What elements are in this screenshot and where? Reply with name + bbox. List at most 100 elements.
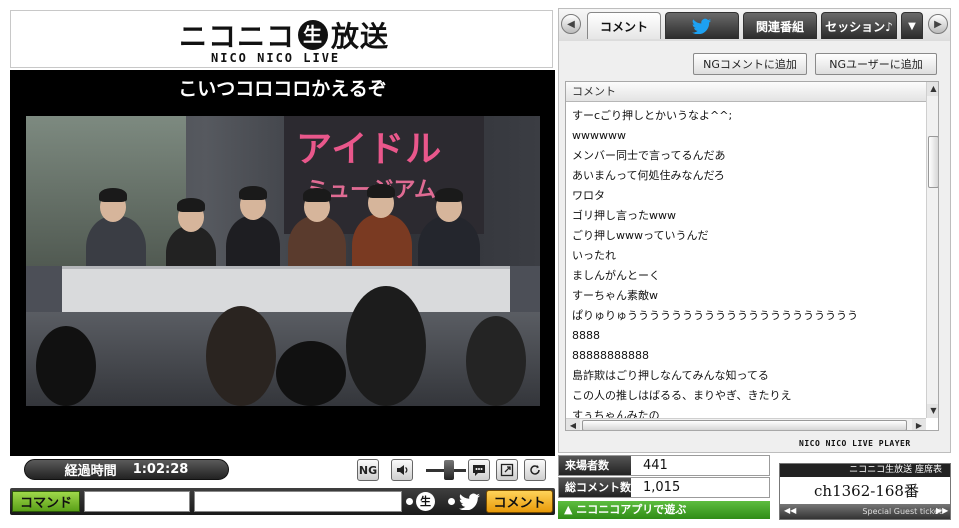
audience-head (276, 341, 346, 406)
tab-session[interactable]: セッション♪ (821, 12, 897, 39)
logo-text-nico: ニコニコ (179, 20, 296, 53)
comment-row[interactable]: この人の推しはばるる、まりやぎ、きたりえ (566, 386, 926, 406)
logo-subtitle: NICO NICO LIVE (211, 51, 341, 65)
tab-comment[interactable]: コメント (587, 12, 661, 39)
horizontal-scrollbar[interactable]: ◀ ▶ (566, 418, 926, 430)
elapsed-label: 経過時間 (64, 464, 117, 479)
command-input[interactable] (84, 491, 190, 512)
chevron-right-icon: ▶ (934, 18, 942, 30)
comment-row[interactable]: wwwwww (566, 126, 926, 146)
ng-user-add-button[interactable]: NGユーザーに追加 (815, 53, 937, 75)
speaker-icon (397, 465, 408, 475)
panelist-hair (303, 188, 331, 202)
audience-head (466, 316, 526, 406)
comment-visibility-button[interactable] (468, 459, 490, 481)
ticket-prev-icon[interactable]: ◀◀ (784, 506, 796, 515)
comment-row[interactable]: ごり押しwwwっていうんだ (566, 226, 926, 246)
comment-row[interactable]: ワロタ (566, 186, 926, 206)
scroll-right-icon[interactable]: ▶ (912, 419, 926, 430)
audience-head (36, 326, 96, 406)
panelist-hair (99, 188, 127, 202)
comment-row[interactable]: 島詐欺はごり押しなんてみんな知ってる (566, 366, 926, 386)
expand-icon (500, 463, 514, 477)
nico-live-logo[interactable]: ニコニコ 生 放送 NICO NICO LIVE (10, 10, 553, 68)
comment-post-bar: コマンド 生 コメント (10, 488, 555, 515)
visitor-count-value: 441 (643, 458, 668, 473)
radio-nama[interactable] (406, 498, 413, 505)
scroll-down-icon[interactable]: ▼ (927, 404, 938, 418)
logo-nama-mark: 生 (298, 20, 329, 50)
ticket-next-icon[interactable]: ▶▶ (936, 506, 948, 515)
comment-row[interactable]: メンバー同士で言ってるんだあ (566, 146, 926, 166)
speech-bubble-icon (473, 465, 485, 476)
comment-row[interactable]: ましんがんとーく (566, 266, 926, 286)
panelist-hair (177, 198, 205, 212)
twitter-bird-svg (459, 493, 480, 511)
comment-input[interactable] (194, 491, 402, 512)
comment-row[interactable]: 88888888888 (566, 346, 926, 366)
total-comment-count: 総コメント数 1,015 (558, 477, 770, 498)
player-brand: NICO NICO LIVE PLAYER (799, 439, 911, 448)
comment-row[interactable]: あいまんって何処住みなんだろ (566, 166, 926, 186)
visitor-count-label: 来場者数 (559, 456, 631, 475)
ticket-seat-number: ch1362-168番 (814, 482, 919, 500)
vertical-scroll-thumb[interactable] (928, 136, 938, 188)
command-label: コマンド (12, 491, 80, 512)
video-screen[interactable]: こいつコロコロかえるぞ アイドル ミュージアム (10, 70, 555, 456)
panel-tabbar: ◀ コメント 関連番組 セッション♪ ▼ ▶ (559, 9, 950, 41)
side-panel: ◀ コメント 関連番組 セッション♪ ▼ ▶ NGコメントに追加 NGユーザーに… (558, 8, 951, 453)
panel-table (62, 266, 510, 312)
comment-list[interactable]: コメント すーcごり押しとかいうなよ^^; wwwwww メンバー同士で言ってる… (565, 81, 939, 431)
volume-slider[interactable] (426, 459, 466, 481)
ng-icon: NG (358, 463, 378, 477)
stats-box: 来場者数 441 総コメント数 1,015 ▲ ニコニコアプリで遊ぶ (558, 455, 770, 519)
comment-row[interactable]: ゴリ押し言ったwww (566, 206, 926, 226)
vertical-scrollbar[interactable]: ▲ ▼ (926, 82, 938, 418)
comment-submit-button[interactable]: コメント (486, 490, 553, 513)
comment-row[interactable]: 8888 (566, 326, 926, 346)
volume-knob[interactable] (444, 460, 454, 480)
twitter-bird-icon[interactable] (458, 493, 482, 511)
total-comment-value: 1,015 (643, 480, 681, 495)
video-frame: アイドル ミュージアム (26, 116, 540, 406)
tab-scroll-right-button[interactable]: ▶ (928, 14, 948, 34)
twitter-bird-icon (691, 18, 712, 34)
elapsed-value: 1:02:28 (132, 462, 189, 477)
radio-twitter[interactable] (448, 498, 455, 505)
total-comment-label: 総コメント数 (559, 478, 631, 497)
nico-app-link[interactable]: ▲ ニコニコアプリで遊ぶ (558, 501, 770, 519)
audience-head (206, 306, 276, 406)
comment-row[interactable]: いったれ (566, 246, 926, 266)
scroll-up-icon[interactable]: ▲ (927, 82, 938, 96)
reload-icon (530, 465, 540, 475)
chevron-left-icon: ◀ (567, 18, 575, 30)
comment-row[interactable]: ぱりゅりゅううううううううううううううううううううう (566, 306, 926, 326)
tab-twitter[interactable] (665, 12, 739, 39)
panelist-hair (239, 186, 267, 200)
fullscreen-button[interactable] (496, 459, 518, 481)
comment-rows: すーcごり押しとかいうなよ^^; wwwwww メンバー同士で言ってるんだあ あ… (566, 106, 926, 426)
live-player: ニコニコ 生 放送 NICO NICO LIVE こいつコロコロかえるぞ アイド… (8, 8, 555, 520)
reload-button[interactable] (524, 459, 546, 481)
comment-column-header[interactable]: コメント (566, 82, 926, 102)
horizontal-scroll-thumb[interactable] (582, 420, 907, 430)
comment-row[interactable]: すーcごり押しとかいうなよ^^; (566, 106, 926, 126)
panelist-hair (367, 184, 395, 198)
mute-button[interactable] (391, 459, 413, 481)
ticket-header: ニコニコ生放送 座席表 (780, 464, 950, 477)
audience-head (346, 286, 426, 406)
tab-menu-dropdown[interactable]: ▼ (901, 12, 923, 39)
tab-related-programs[interactable]: 関連番組 (743, 12, 817, 39)
ng-comment-add-button[interactable]: NGコメントに追加 (693, 53, 807, 75)
ng-settings-button[interactable]: NG (357, 459, 379, 481)
nama-icon[interactable]: 生 (416, 492, 435, 511)
tab-scroll-left-button[interactable]: ◀ (561, 14, 581, 34)
elapsed-time: 経過時間 1:02:28 (24, 459, 229, 480)
seat-ticket[interactable]: ニコニコ生放送 座席表 ch1362-168番 Special Guest ti… (779, 463, 951, 520)
poster-title: アイドル (296, 129, 443, 170)
comment-row[interactable]: すーちゃん素敵w (566, 286, 926, 306)
flowing-comment: こいつコロコロかえるぞ (178, 78, 387, 100)
logo-text-housou: 放送 (331, 20, 390, 53)
logo-wordmark: ニコニコ 生 放送 (179, 15, 389, 55)
scroll-left-icon[interactable]: ◀ (566, 419, 580, 430)
